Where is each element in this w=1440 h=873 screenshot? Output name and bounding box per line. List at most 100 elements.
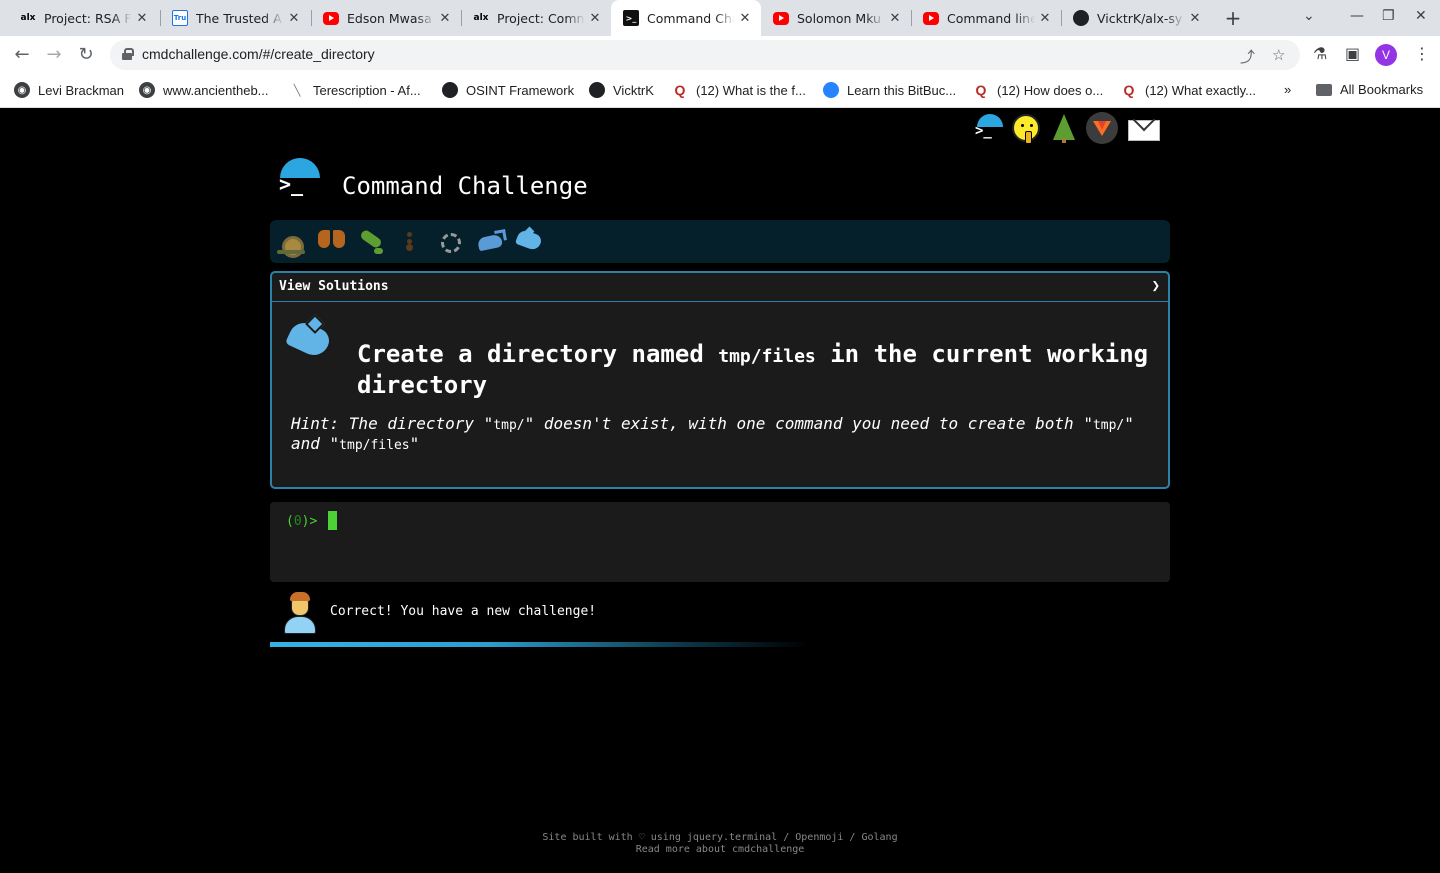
- bookmarks-overflow-icon[interactable]: »: [1284, 82, 1291, 97]
- bookmark-label: Levi Brackman: [38, 82, 124, 98]
- window-close-icon[interactable]: ✕: [1415, 8, 1427, 24]
- close-icon[interactable]: ✕: [284, 11, 304, 26]
- forward-icon[interactable]: →: [42, 44, 66, 65]
- terminal-cursor: [328, 511, 337, 530]
- footer: Site built with ♡ using jquery.terminal …: [0, 832, 1440, 856]
- page-content: >_ >_ Command Challenge View Solutions ❯…: [0, 108, 1440, 873]
- ant-icon[interactable]: [394, 226, 426, 256]
- bookmark-item[interactable]: ◉ www.ancientheb...: [139, 82, 269, 98]
- bookmark-star-icon[interactable]: ☆: [1272, 46, 1285, 64]
- bookmark-label: (12) What exactly...: [1145, 82, 1257, 98]
- close-icon[interactable]: ✕: [585, 11, 605, 26]
- tab-title: Project: Comn: [497, 10, 585, 26]
- github-icon: [1073, 10, 1089, 26]
- whale-icon[interactable]: [475, 226, 507, 256]
- address-bar[interactable]: cmdchallenge.com/#/create_directory ⤴ ☆: [110, 40, 1300, 70]
- gitlab-icon[interactable]: [1086, 112, 1118, 144]
- pen-icon: ╲: [293, 84, 301, 97]
- person-icon: [284, 592, 316, 634]
- minimize-icon[interactable]: —: [1350, 8, 1364, 24]
- browser-tab[interactable]: Edson Mwasa ✕: [311, 4, 461, 32]
- youtube-icon: [323, 11, 339, 25]
- bookmark-item[interactable]: Learn this BitBuc...: [823, 82, 956, 98]
- restore-icon[interactable]: ❐: [1382, 8, 1395, 24]
- bookmark-item[interactable]: ╲ Terescription - Af...: [289, 82, 421, 98]
- all-bookmarks-button[interactable]: All Bookmarks: [1316, 82, 1423, 97]
- tab-title: Solomon Mku: [797, 10, 881, 26]
- browser-tab[interactable]: Command line ✕: [911, 4, 1061, 32]
- profile-avatar[interactable]: V: [1375, 44, 1397, 66]
- bookmark-item[interactable]: OSINT Framework: [442, 82, 574, 98]
- tab-title: Command line: [947, 10, 1035, 26]
- side-panel-icon[interactable]: ▣: [1345, 44, 1360, 63]
- globe-icon: [442, 82, 458, 98]
- youtube-icon: [773, 11, 789, 25]
- footer-credits: Site built with ♡ using jquery.terminal …: [542, 832, 898, 843]
- bitbucket-icon: [823, 82, 839, 98]
- progress-bar: [270, 642, 1170, 647]
- page-title: Command Challenge: [342, 172, 588, 200]
- level-bar: [270, 220, 1170, 263]
- quora-icon: Q: [674, 82, 686, 98]
- feedback-message: Correct! You have a new challenge!: [270, 592, 1170, 636]
- browser-tab[interactable]: alx Project: Comn ✕: [461, 4, 611, 32]
- browser-tab[interactable]: VicktrK/alx-sy ✕: [1061, 4, 1211, 32]
- browser-tab-active[interactable]: >_ Command Cha ✕: [611, 0, 761, 36]
- folder-icon: [1316, 83, 1332, 96]
- tree-icon[interactable]: [1048, 112, 1078, 144]
- back-icon[interactable]: ←: [10, 44, 34, 65]
- globe-icon: ◉: [139, 82, 155, 98]
- quora-icon: Q: [1123, 82, 1135, 98]
- close-icon[interactable]: ✕: [1185, 11, 1205, 26]
- bookmark-label: VicktrK: [613, 82, 654, 98]
- browser-tab[interactable]: Tru The Trusted A ✕: [160, 4, 310, 32]
- bookmark-item[interactable]: Q (12) What is the f...: [672, 82, 806, 98]
- close-icon[interactable]: ✕: [735, 11, 755, 26]
- close-icon[interactable]: ✕: [885, 11, 905, 26]
- all-bookmarks-label: All Bookmarks: [1340, 82, 1424, 97]
- globe-icon: ◉: [14, 82, 30, 98]
- github-icon: [589, 82, 605, 98]
- shushing-face-icon[interactable]: [1012, 114, 1040, 144]
- bookmark-item[interactable]: Q (12) How does o...: [973, 82, 1104, 98]
- bookmark-item[interactable]: ◉ Levi Brackman: [14, 82, 124, 98]
- view-solutions-label: View Solutions: [279, 279, 389, 294]
- tab-title: Command Cha: [647, 10, 735, 26]
- close-icon[interactable]: ✕: [132, 11, 152, 26]
- bookmark-item[interactable]: VicktrK: [589, 82, 654, 98]
- terminal-icon: >_: [623, 10, 639, 26]
- lock-icon[interactable]: [122, 48, 134, 60]
- new-tab-icon[interactable]: +: [1221, 6, 1245, 30]
- extension-flask-icon[interactable]: ⚗: [1313, 44, 1327, 63]
- bookmark-label: OSINT Framework: [466, 82, 575, 98]
- terminal-input[interactable]: (0)>: [270, 502, 1170, 582]
- challenge-hint: Hint: The directory "tmp/" doesn't exist…: [291, 414, 1134, 454]
- menu-icon[interactable]: ⋮: [1414, 44, 1430, 63]
- progress-fill: [270, 642, 810, 647]
- youtube-icon: [923, 11, 939, 25]
- browser-tab[interactable]: alx Project: RSA F ✕: [8, 4, 158, 32]
- snail-icon[interactable]: [276, 226, 308, 258]
- share-icon[interactable]: ⤴: [1240, 46, 1255, 67]
- close-icon[interactable]: ✕: [435, 11, 455, 26]
- brand-logo-icon[interactable]: >_: [278, 158, 322, 198]
- dolphin-icon: [284, 315, 332, 363]
- close-icon[interactable]: ✕: [1035, 11, 1055, 26]
- tab-title: Edson Mwasa: [347, 10, 432, 26]
- caterpillar-icon[interactable]: [356, 226, 388, 256]
- mail-icon[interactable]: [1126, 112, 1160, 144]
- terminal-logo-icon[interactable]: >_: [972, 112, 1004, 144]
- view-solutions-toggle[interactable]: View Solutions ❯: [272, 273, 1168, 302]
- browser-tab[interactable]: Solomon Mku ✕: [761, 4, 911, 32]
- bookmark-item[interactable]: Q (12) What exactly...: [1121, 82, 1256, 98]
- dolphin-icon[interactable]: [514, 226, 546, 256]
- butterfly-icon[interactable]: [316, 226, 348, 256]
- footer-about-link[interactable]: Read more about cmdchallenge: [0, 844, 1440, 856]
- gear-icon[interactable]: [434, 226, 466, 256]
- tab-search-icon[interactable]: ⌄: [1303, 8, 1315, 24]
- challenge-box: View Solutions ❯ Create a directory name…: [270, 271, 1170, 489]
- url-text[interactable]: cmdchallenge.com/#/create_directory: [142, 46, 375, 62]
- bookmark-label: (12) What is the f...: [696, 82, 806, 98]
- bookmark-label: Learn this BitBuc...: [847, 82, 957, 98]
- reload-icon[interactable]: ↻: [74, 44, 98, 65]
